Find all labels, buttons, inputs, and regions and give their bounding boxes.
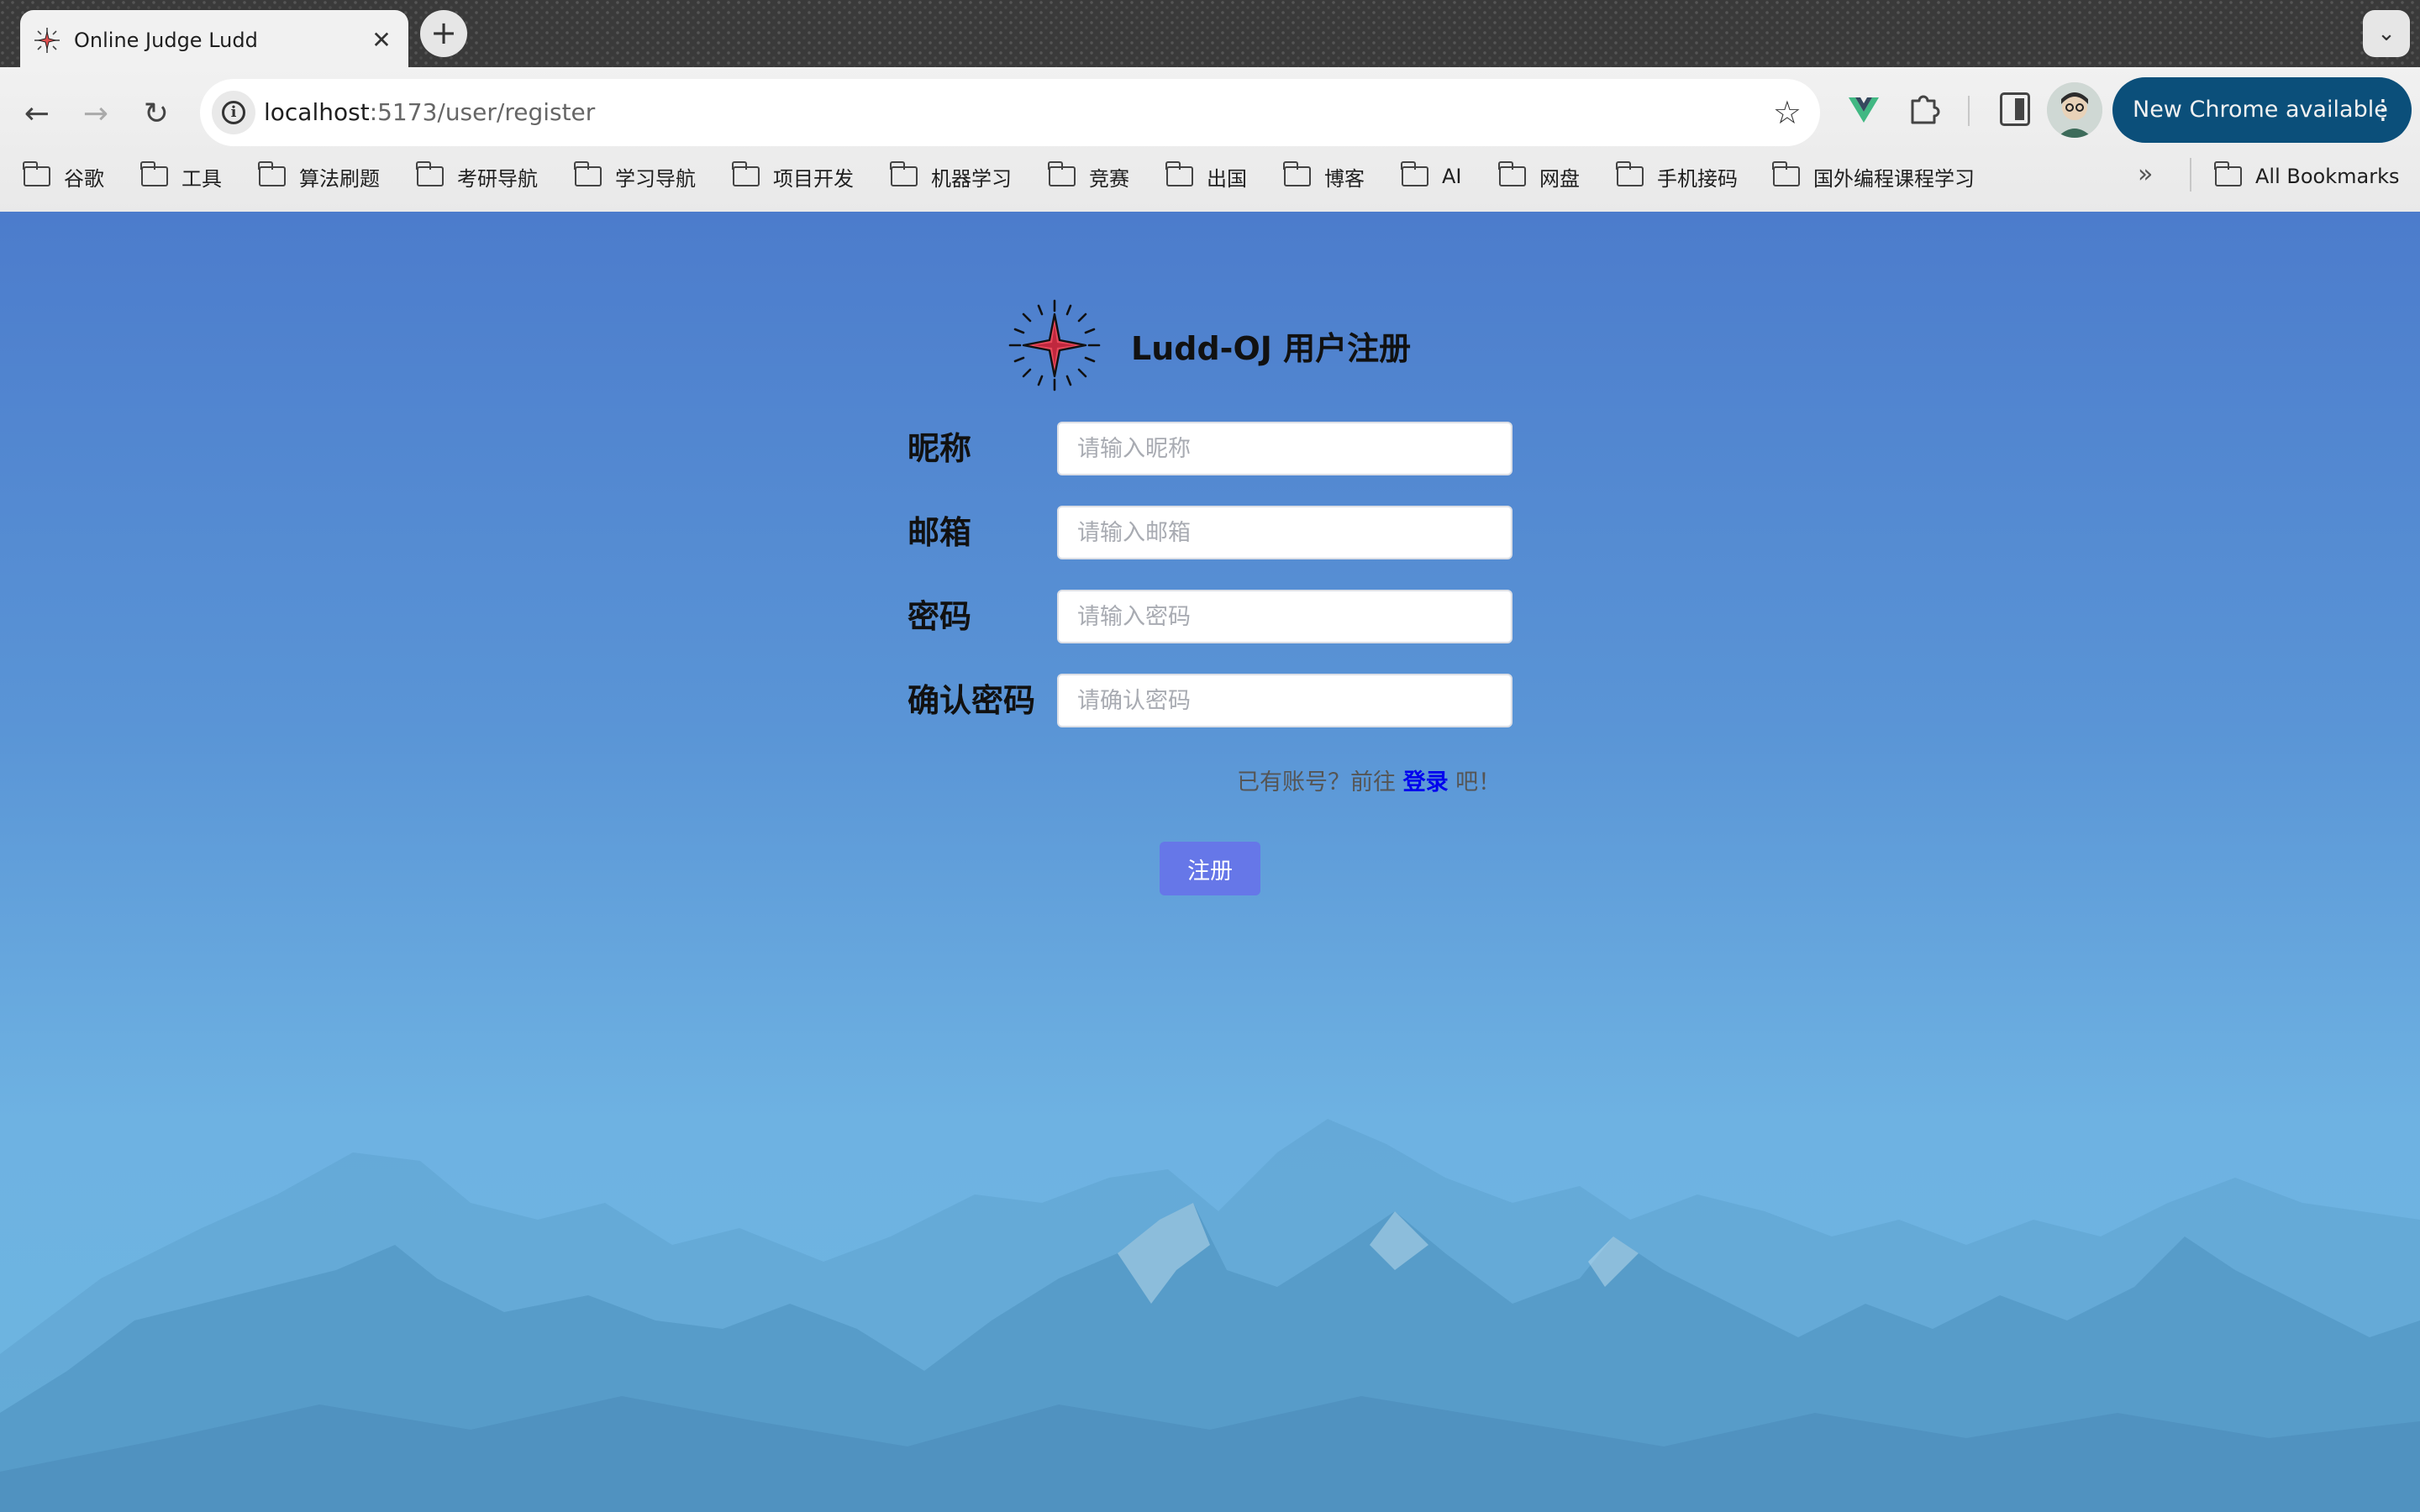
folder-icon — [890, 161, 918, 186]
email-label: 邮箱 — [908, 514, 972, 551]
folder-icon — [2214, 161, 2242, 186]
bookmark-folder[interactable]: 考研导航 — [416, 160, 538, 193]
address-bar[interactable]: i localhost:5173/user/register ☆ — [200, 79, 1820, 146]
url-host: localhost — [264, 98, 370, 126]
bookmarks-divider — [2190, 158, 2191, 192]
bookmark-label: 工具 — [182, 166, 222, 191]
toolbar-divider — [1968, 96, 1970, 126]
email-input[interactable] — [1057, 506, 1512, 559]
info-icon: i — [222, 101, 245, 124]
login-hint-prefix: 已有账号？前往 — [1237, 769, 1403, 795]
bookmark-label: 竞赛 — [1089, 166, 1129, 191]
reload-button[interactable]: ↻ — [131, 89, 182, 139]
update-chrome-button[interactable]: New Chrome available ⋮ — [2112, 77, 2412, 143]
bookmark-folder[interactable]: 谷歌 — [23, 160, 104, 193]
tab-strip: Online Judge Ludd ✕ + ⌄ — [0, 0, 2420, 67]
bookmarks-bar: 谷歌 工具 算法刷题 考研导航 学习导航 项目开发 机器学习 竞赛 出国 博客 … — [0, 153, 2420, 202]
bookmark-folder[interactable]: 机器学习 — [890, 160, 1012, 193]
url-text[interactable]: localhost:5173/user/register — [264, 96, 595, 129]
folder-icon — [1616, 161, 1644, 186]
bookmark-label: 算法刷题 — [299, 166, 380, 191]
bookmarks-overflow-icon[interactable]: » — [2138, 160, 2153, 189]
folder-icon — [23, 161, 50, 186]
folder-icon — [732, 161, 760, 186]
profile-avatar[interactable] — [2047, 82, 2102, 138]
site-info-button[interactable]: i — [212, 91, 255, 134]
folder-icon — [1048, 161, 1076, 186]
bookmark-folder[interactable]: 学习导航 — [574, 160, 696, 193]
nickname-input[interactable] — [1057, 422, 1512, 475]
folder-icon — [1772, 161, 1800, 186]
vue-devtools-icon[interactable] — [1845, 91, 1882, 128]
bookmark-label: 项目开发 — [773, 166, 854, 191]
bookmark-folder[interactable]: 博客 — [1283, 160, 1365, 193]
bookmark-label: 出国 — [1207, 166, 1247, 191]
login-link[interactable]: 登录 — [1403, 769, 1449, 795]
password-label: 密码 — [908, 598, 972, 635]
update-chrome-label: New Chrome available — [2133, 97, 2388, 123]
bookmark-label: AI — [1442, 165, 1462, 188]
bookmark-label: 国外编程课程学习 — [1813, 166, 1975, 191]
bookmark-folder[interactable]: 国外编程课程学习 — [1772, 160, 1975, 193]
confirm-password-label: 确认密码 — [908, 682, 1036, 719]
nickname-label: 昵称 — [908, 430, 972, 467]
active-tab[interactable]: Online Judge Ludd ✕ — [20, 10, 408, 67]
bookmark-label: 机器学习 — [931, 166, 1012, 191]
chrome-menu-icon[interactable]: ⋮ — [2370, 91, 2396, 128]
all-bookmarks-label: All Bookmarks — [2255, 165, 2400, 188]
bookmark-label: 网盘 — [1539, 166, 1580, 191]
tab-title: Online Judge Ludd — [74, 29, 258, 52]
bookmark-folder[interactable]: AI — [1401, 160, 1462, 193]
bookmark-folder[interactable]: 项目开发 — [732, 160, 854, 193]
bookmark-folder[interactable]: 工具 — [140, 160, 222, 193]
star-logo-icon — [1008, 299, 1101, 391]
page-title: Ludd-OJ 用户注册 — [1131, 329, 1412, 367]
avatar-image — [2047, 82, 2102, 138]
brand-header: Ludd-OJ 用户注册 — [1008, 299, 1411, 391]
folder-icon — [1165, 161, 1193, 186]
folder-icon — [1498, 161, 1526, 186]
confirm-password-input[interactable] — [1057, 674, 1512, 727]
bookmark-folder[interactable]: 算法刷题 — [258, 160, 380, 193]
bookmark-label: 学习导航 — [615, 166, 696, 191]
password-input[interactable] — [1057, 590, 1512, 643]
url-path: :5173/user/register — [369, 98, 596, 126]
bookmark-label: 考研导航 — [457, 166, 538, 191]
login-hint: 已有账号？前往 登录 吧！ — [1237, 766, 1501, 800]
all-bookmarks-button[interactable]: All Bookmarks — [2214, 160, 2400, 193]
folder-icon — [574, 161, 602, 186]
tab-search-button[interactable]: ⌄ — [2363, 10, 2410, 57]
forward-button[interactable]: → — [71, 89, 121, 139]
folder-icon — [1401, 161, 1428, 186]
folder-icon — [1283, 161, 1311, 186]
login-hint-suffix: 吧！ — [1448, 769, 1502, 795]
new-tab-button[interactable]: + — [420, 10, 467, 57]
star-favicon-icon — [34, 28, 60, 53]
bookmark-star-icon[interactable]: ☆ — [1773, 92, 1802, 133]
folder-icon — [258, 161, 286, 186]
bookmark-folder[interactable]: 网盘 — [1498, 160, 1580, 193]
side-panel-icon[interactable] — [2000, 92, 2030, 126]
bookmark-folder[interactable]: 出国 — [1165, 160, 1247, 193]
register-page: Ludd-OJ 用户注册 昵称 邮箱 密码 确认密码 已有账号？前往 登录 吧！… — [0, 212, 2420, 1512]
back-button[interactable]: ← — [12, 89, 62, 139]
bookmark-label: 博客 — [1324, 166, 1365, 191]
bookmark-folder[interactable]: 手机接码 — [1616, 160, 1738, 193]
bookmark-label: 谷歌 — [64, 166, 104, 191]
extensions-icon[interactable] — [1906, 89, 1943, 126]
folder-icon — [140, 161, 168, 186]
register-button[interactable]: 注册 — [1160, 842, 1260, 895]
bookmark-label: 手机接码 — [1657, 166, 1738, 191]
tab-close-icon[interactable]: ✕ — [366, 25, 397, 55]
browser-toolbar: ← → ↻ i localhost:5173/user/register ☆ N… — [0, 67, 2420, 212]
folder-icon — [416, 161, 444, 186]
bookmark-folder[interactable]: 竞赛 — [1048, 160, 1129, 193]
